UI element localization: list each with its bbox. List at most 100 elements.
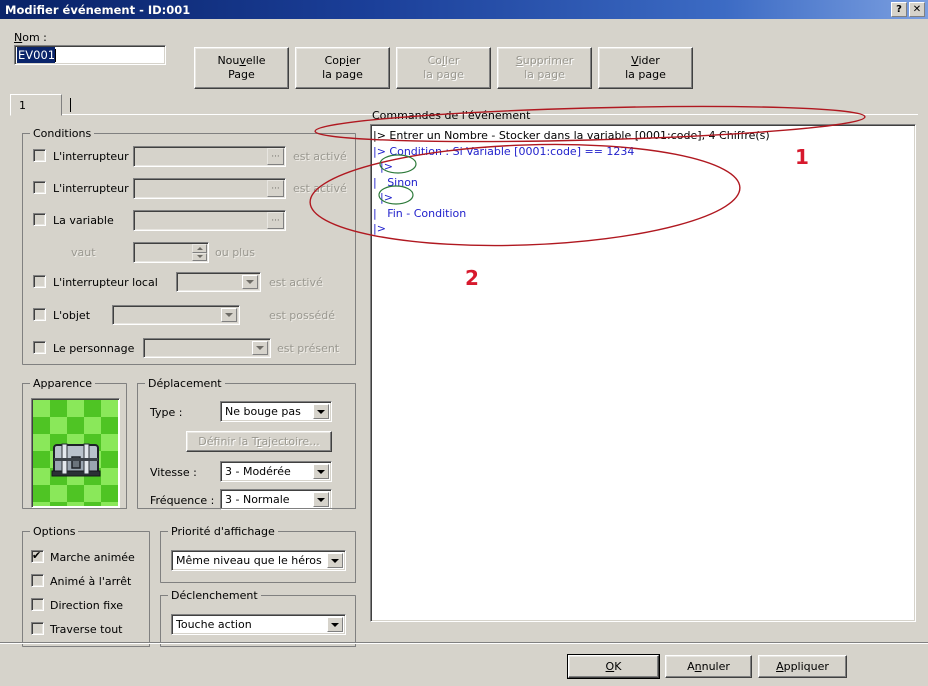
annuler-button[interactable]: Annuler — [665, 655, 752, 678]
chevron-down-icon[interactable] — [313, 492, 329, 507]
checker-square — [50, 502, 67, 506]
checker-square — [101, 485, 118, 502]
copier-page-line2: la page — [322, 68, 363, 81]
chevron-down-icon[interactable] — [327, 553, 343, 568]
declenchement-combo[interactable]: Touche action — [171, 614, 346, 635]
condition-switch2-checkbox[interactable] — [33, 181, 46, 194]
condition-personnage-checkbox[interactable] — [33, 341, 46, 354]
definir-trajectoire-button: Définir la Trajectoire... — [186, 431, 332, 452]
command-line[interactable]: | Fin - Condition — [373, 206, 915, 222]
command-line[interactable]: | Sinon — [373, 175, 915, 191]
spinner-buttons[interactable] — [192, 244, 207, 261]
spinner-down-icon[interactable] — [192, 252, 207, 261]
tab-page-1[interactable]: 1 — [10, 94, 62, 116]
command-line[interactable]: |> Condition : Si Variable [0001:code] =… — [373, 144, 915, 160]
options-group: Options Marche animée Animé à l'arrêt Di… — [22, 525, 150, 647]
browse-ellipsis-icon[interactable]: ··· — [267, 212, 284, 229]
nouvelle-page-button[interactable]: Nouvelle Page — [194, 47, 289, 89]
condition-objet-checkbox[interactable] — [33, 308, 46, 321]
condition-switch2-textbox[interactable]: ··· — [133, 178, 286, 199]
condition-localswitch-combo[interactable] — [176, 272, 261, 292]
checker-square — [101, 434, 118, 451]
chevron-down-icon[interactable] — [242, 275, 258, 289]
condition-switch1-suffix: est activé — [293, 150, 347, 163]
appliquer-button[interactable]: Appliquer — [758, 655, 847, 678]
checker-square — [33, 417, 50, 434]
dialog-body: Nom : EV001 Nouvelle Page Copier la page… — [0, 19, 928, 686]
vitesse-combo[interactable]: 3 - Modérée — [220, 461, 332, 482]
checker-square — [50, 400, 67, 417]
checker-square — [33, 451, 50, 468]
checker-square — [67, 485, 84, 502]
treasure-chest-icon — [51, 443, 101, 477]
condition-vaut-spinner[interactable] — [133, 242, 209, 263]
chevron-down-icon[interactable] — [252, 341, 268, 355]
definir-trajectoire-label: Définir la Trajectoire... — [198, 435, 320, 448]
name-input-value: EV001 — [17, 47, 56, 63]
commands-list[interactable]: |> Entrer un Nombre - Stocker dans la va… — [370, 124, 916, 622]
priorite-affichage-combo[interactable]: Même niveau que le héros — [171, 550, 346, 571]
appliquer-button-label: Appliquer — [776, 660, 829, 673]
conditions-group: Conditions L'interrupteur ··· est activé… — [22, 127, 356, 365]
type-combo[interactable]: Ne bouge pas — [220, 401, 332, 422]
close-icon[interactable]: ✕ — [909, 2, 925, 17]
checker-square — [33, 485, 50, 502]
option-traverse-tout-checkbox[interactable] — [31, 622, 44, 635]
chevron-down-icon[interactable] — [327, 617, 343, 632]
option-marche-animee-checkbox[interactable] — [31, 549, 44, 563]
condition-localswitch-label: L'interrupteur local — [53, 276, 158, 289]
browse-ellipsis-icon[interactable]: ··· — [267, 148, 284, 165]
command-line[interactable]: |> — [373, 190, 915, 206]
frequence-combo[interactable]: 3 - Normale — [220, 489, 332, 510]
priorite-affichage-value: Même niveau que le héros — [176, 554, 322, 567]
command-line[interactable]: |> — [373, 221, 915, 237]
chevron-down-icon[interactable] — [313, 404, 329, 419]
option-anime-arret-label: Animé à l'arrêt — [50, 575, 132, 588]
name-input[interactable]: EV001 — [14, 45, 166, 65]
option-direction-fixe-checkbox[interactable] — [31, 598, 44, 611]
chevron-down-icon[interactable] — [221, 308, 237, 322]
checker-square — [84, 400, 101, 417]
help-icon[interactable]: ? — [891, 2, 907, 17]
vider-page-button[interactable]: Vider la page — [598, 47, 693, 89]
copier-page-button[interactable]: Copier la page — [295, 47, 390, 89]
checker-square — [101, 417, 118, 434]
coller-page-button: Coller la page — [396, 47, 491, 89]
window-titlebar: Modifier événement - ID:001 ? ✕ — [0, 0, 928, 19]
window-title: Modifier événement - ID:001 — [5, 2, 191, 17]
browse-ellipsis-icon[interactable]: ··· — [267, 180, 284, 197]
condition-switch1-textbox[interactable]: ··· — [133, 146, 286, 167]
checker-square — [50, 485, 67, 502]
condition-switch2-label: L'interrupteur — [53, 182, 129, 195]
condition-switch1-label: L'interrupteur — [53, 150, 129, 163]
vider-page-line1: Vider — [631, 54, 660, 67]
spinner-up-icon[interactable] — [192, 244, 207, 253]
condition-personnage-suffix: est présent — [277, 342, 340, 355]
tab-caret — [70, 98, 71, 112]
titlebar-buttons: ? ✕ — [891, 2, 925, 17]
ok-button[interactable]: OK — [567, 654, 660, 679]
condition-personnage-label: Le personnage — [53, 342, 135, 355]
options-title: Options — [30, 525, 79, 538]
declenchement-value: Touche action — [176, 618, 252, 631]
condition-localswitch-checkbox[interactable] — [33, 275, 46, 288]
condition-variable-label: La variable — [53, 214, 114, 227]
condition-objet-combo[interactable] — [112, 305, 240, 325]
declenchement-title: Déclenchement — [168, 589, 261, 602]
option-anime-arret-checkbox[interactable] — [31, 574, 44, 587]
condition-switch1-checkbox[interactable] — [33, 149, 46, 162]
condition-variable-textbox[interactable]: ··· — [133, 210, 286, 231]
condition-personnage-combo[interactable] — [143, 338, 271, 358]
chevron-down-icon[interactable] — [313, 464, 329, 479]
command-line[interactable]: |> Entrer un Nombre - Stocker dans la va… — [373, 128, 915, 144]
condition-objet-label: L'objet — [53, 309, 91, 322]
checker-square — [67, 400, 84, 417]
checker-square — [84, 502, 101, 506]
sprite-preview[interactable] — [31, 398, 120, 508]
conditions-title: Conditions — [30, 127, 95, 140]
option-marche-animee-label: Marche animée — [50, 551, 135, 564]
type-combo-value: Ne bouge pas — [225, 405, 301, 418]
checker-square — [33, 468, 50, 485]
command-line[interactable]: |> — [373, 159, 915, 175]
condition-variable-checkbox[interactable] — [33, 213, 46, 226]
